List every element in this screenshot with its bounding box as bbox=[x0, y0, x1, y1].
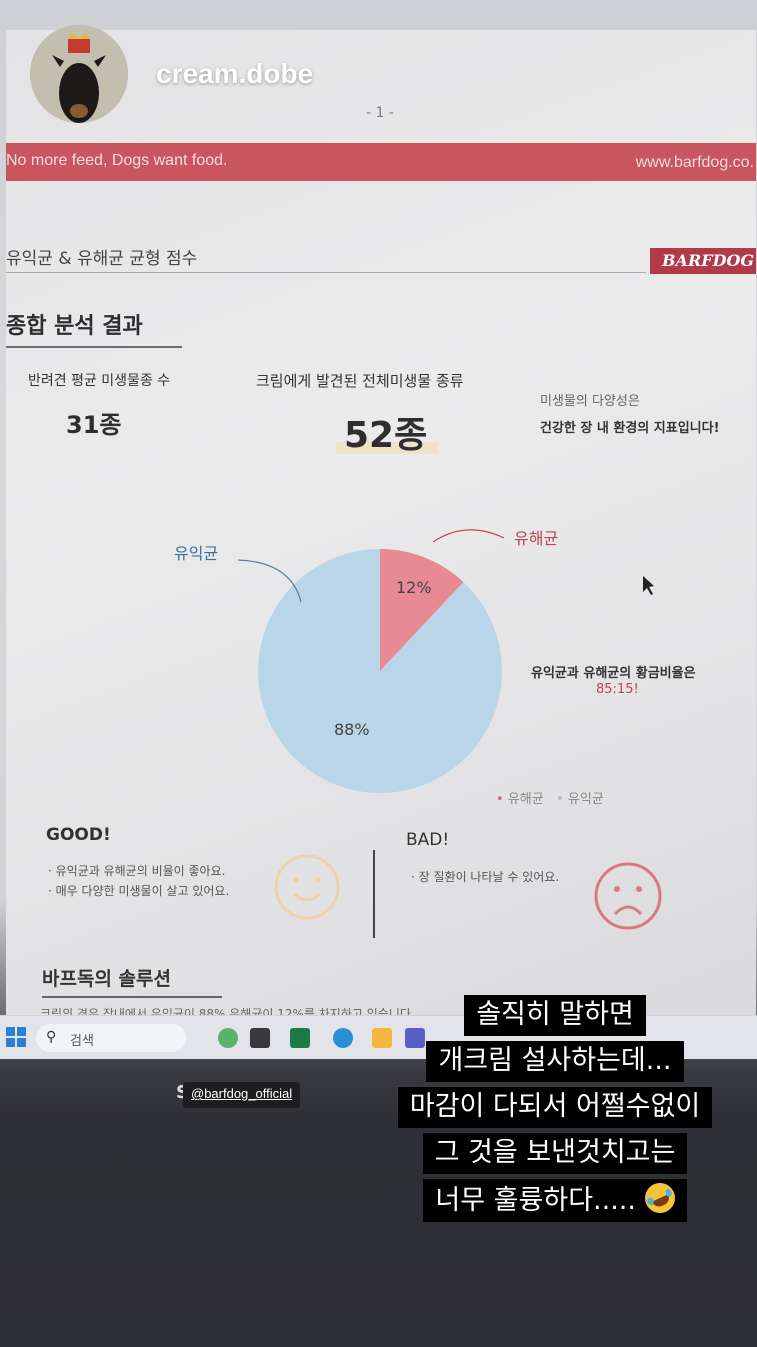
legend-item-harmful: 유해균 bbox=[507, 792, 544, 807]
legend-label-beneficial: 유익균 bbox=[174, 544, 219, 563]
rofl-emoji-icon bbox=[639, 1178, 680, 1218]
caption-line: 솔직히 말하면 bbox=[464, 995, 646, 1037]
search-placeholder: 검색 bbox=[70, 1034, 94, 1049]
story-username[interactable]: cream.dobe bbox=[156, 58, 313, 90]
slice-label-harmful: 12% bbox=[396, 578, 432, 597]
monitor-screen: - 1 - No more feed, Dogs want food. www.… bbox=[6, 30, 756, 1040]
caption-line: 그 것을 보낸것치고는 bbox=[422, 1133, 688, 1175]
bad-title: BAD! bbox=[406, 830, 450, 850]
slice-label-beneficial: 88% bbox=[334, 720, 370, 739]
good-item: · 매우 다양한 미생물이 살고 있어요. bbox=[48, 884, 230, 898]
caption-line: 마감이 다되서 어쩔수없이 bbox=[397, 1087, 713, 1129]
happy-face-icon bbox=[274, 854, 340, 920]
caption-line: 개크림 설사하는데... bbox=[426, 1041, 684, 1083]
ratio-label: 유익균과 유해균의 황금비율은 bbox=[531, 666, 696, 681]
windows-start-icon[interactable] bbox=[6, 1027, 26, 1047]
file-explorer-icon[interactable] bbox=[250, 1028, 270, 1048]
solution-title: 바프독의 솔루션 bbox=[42, 968, 171, 990]
good-title: GOOD! bbox=[46, 825, 111, 845]
search-icon: ⚲ bbox=[46, 1029, 57, 1045]
doberman-avatar-icon bbox=[30, 25, 128, 123]
legend-dot-harmful: • bbox=[496, 792, 504, 807]
story-caption: 솔직히 말하면 개크림 설사하는데... 마감이 다되서 어쩔수없이 그 것을 … bbox=[350, 995, 757, 1225]
recycle-app-icon[interactable] bbox=[218, 1028, 238, 1048]
mouse-cursor-icon bbox=[643, 576, 654, 595]
excel-icon[interactable] bbox=[290, 1028, 310, 1048]
legend-label-harmful: 유해균 bbox=[514, 529, 559, 548]
ratio-value: 85:15! bbox=[596, 682, 639, 697]
solution-underline bbox=[42, 996, 222, 998]
taskbar-search-input[interactable]: ⚲ 검색 bbox=[36, 1024, 186, 1052]
harmful-leader-line bbox=[432, 529, 505, 543]
legend-dot-beneficial: • bbox=[556, 792, 564, 807]
avatar[interactable] bbox=[30, 25, 128, 123]
mention-tag[interactable]: @barfdog_official bbox=[183, 1082, 301, 1108]
chart-legend: • 유해균 • 유익균 bbox=[496, 788, 604, 807]
caption-line: 너무 훌륭하다..... bbox=[435, 1185, 636, 1216]
sad-face-icon bbox=[594, 862, 662, 930]
good-bad-divider bbox=[373, 850, 375, 938]
bad-item: · 장 질환이 나타날 수 있어요. bbox=[411, 870, 560, 884]
legend-item-beneficial: 유익균 bbox=[567, 792, 604, 807]
good-item: · 유익균과 유해균의 비율이 좋아요. bbox=[48, 864, 226, 878]
